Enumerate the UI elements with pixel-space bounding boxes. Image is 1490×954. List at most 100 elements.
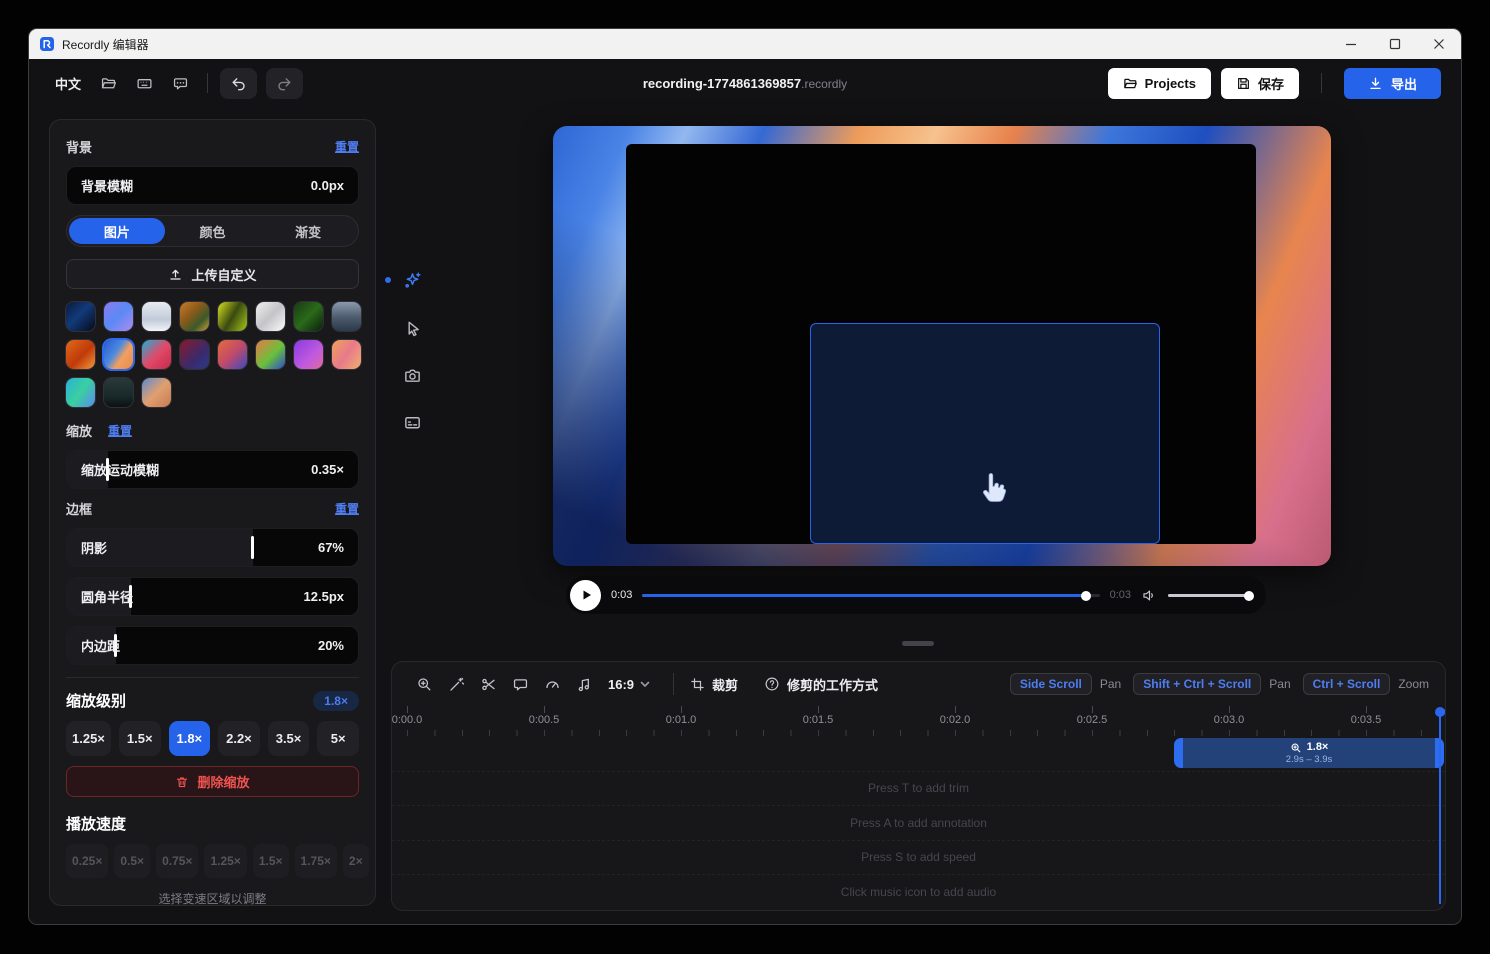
close-button[interactable]	[1417, 29, 1461, 59]
toolbar-divider	[1321, 73, 1322, 93]
background-thumbnail-pastel-clouds[interactable]	[142, 378, 171, 407]
speed-option-0.25x[interactable]: 0.25×	[66, 844, 108, 878]
save-button[interactable]: 保存	[1221, 68, 1299, 99]
background-reset-link[interactable]: 重置	[335, 138, 359, 155]
playhead[interactable]	[1435, 707, 1446, 904]
ruler-label: 0:03.0	[1214, 714, 1245, 726]
background-thumbnail-purple-haze[interactable]	[104, 302, 133, 331]
background-thumbnail-teal-rays[interactable]	[66, 378, 95, 407]
background-thumbnail-orange-bloom[interactable]	[66, 340, 95, 369]
volume-slider[interactable]	[1168, 588, 1252, 602]
maximize-button[interactable]	[1373, 29, 1417, 59]
timeline-lane-3[interactable]: Press S to add speed	[392, 840, 1445, 875]
speed-option-1.75x[interactable]: 1.75×	[295, 844, 337, 878]
shortcuts-button[interactable]	[129, 69, 159, 97]
screenshot-tool-button[interactable]	[400, 363, 424, 387]
zoom-clip-block[interactable]: 1.8× 2.9s – 3.9s	[1174, 738, 1444, 768]
zoom-option-1.8x[interactable]: 1.8×	[169, 721, 211, 756]
seek-bar-thumb[interactable]	[1081, 591, 1091, 601]
speed-option-0.75x[interactable]: 0.75×	[156, 844, 198, 878]
scissors-button[interactable]	[474, 670, 502, 698]
shadow-slider[interactable]: 阴影67%	[66, 528, 359, 567]
zoom-option-2.2x[interactable]: 2.2×	[218, 721, 260, 756]
play-button[interactable]	[570, 580, 601, 611]
volume-thumb[interactable]	[1244, 591, 1254, 601]
timeline-lane-1[interactable]: Press T to add trim	[392, 771, 1445, 806]
background-thumbnail-night-ridge[interactable]	[104, 378, 133, 407]
speed-option-2x[interactable]: 2×	[343, 844, 369, 878]
background-thumbnail-violet-glow[interactable]	[294, 340, 323, 369]
ruler-tick	[407, 706, 408, 713]
background-thumbnail-dark-abstract[interactable]	[66, 302, 95, 331]
minimize-button[interactable]	[1329, 29, 1373, 59]
zoom-option-3.5x[interactable]: 3.5×	[268, 721, 310, 756]
tab-color[interactable]: 颜色	[165, 218, 261, 244]
speed-option-0.5x[interactable]: 0.5×	[114, 844, 150, 878]
padding-slider[interactable]: 内边距20%	[66, 626, 359, 665]
zoom-option-5x[interactable]: 5×	[317, 721, 359, 756]
background-thumbnail-snowy-peak[interactable]	[142, 302, 171, 331]
background-thumbnail-forest-green[interactable]	[294, 302, 323, 331]
upload-custom-button[interactable]: 上传自定义	[66, 259, 359, 289]
zoom-option-1.25x[interactable]: 1.25×	[66, 721, 111, 756]
effects-tool-button[interactable]	[400, 269, 424, 293]
panel-resize-handle[interactable]	[902, 641, 934, 646]
corner-radius-slider[interactable]: 圆角半径12.5px	[66, 577, 359, 616]
slider-thumb[interactable]	[251, 536, 254, 559]
shortcut-action: Zoom	[1398, 677, 1429, 691]
delete-zoom-button[interactable]: 删除缩放	[66, 766, 359, 797]
music-button[interactable]	[570, 670, 598, 698]
ruler-label: 0:00.0	[392, 714, 423, 726]
crop-button[interactable]: 裁剪	[690, 675, 738, 694]
feedback-button[interactable]	[165, 69, 195, 97]
zoom-in-button[interactable]	[410, 670, 438, 698]
hand-cursor-icon	[976, 469, 1012, 509]
trim-help-button[interactable]: 修剪的工作方式	[764, 675, 878, 694]
border-reset-link[interactable]: 重置	[335, 500, 359, 517]
background-thumbnail-peach-rays[interactable]	[332, 340, 361, 369]
seek-bar-fill	[642, 594, 1085, 597]
magic-wand-button[interactable]	[442, 670, 470, 698]
ruler-tick	[955, 706, 956, 713]
zoom-region-rectangle[interactable]	[810, 323, 1160, 544]
seek-bar[interactable]	[642, 588, 1099, 602]
background-thumbnail-big-sur[interactable]	[142, 340, 171, 369]
speed-option-1.25x[interactable]: 1.25×	[204, 844, 246, 878]
timeline-lane-2[interactable]: Press A to add annotation	[392, 805, 1445, 840]
background-blur-slider[interactable]: 背景模糊0.0px	[66, 166, 359, 205]
undo-button[interactable]	[220, 68, 257, 99]
cursor-tool-button[interactable]	[400, 316, 424, 340]
background-thumbnail-white-ripples[interactable]	[256, 302, 285, 331]
slider-value: 0.0px	[311, 178, 344, 193]
speed-option-1.5x[interactable]: 1.5×	[253, 844, 289, 878]
background-thumbnail-autumn-valley[interactable]	[180, 302, 209, 331]
projects-button[interactable]: Projects	[1108, 68, 1211, 99]
annotation-button[interactable]	[506, 670, 534, 698]
caption-tool-button[interactable]	[400, 410, 424, 434]
zoom-reset-link[interactable]: 重置	[108, 422, 132, 439]
background-thumbnail-lake-reflection[interactable]	[332, 302, 361, 331]
playback-speed-title: 播放速度	[66, 813, 126, 834]
aspect-ratio-dropdown[interactable]: 16:9	[608, 677, 651, 692]
background-thumbnail-ventura-rays[interactable]	[104, 340, 133, 369]
speaker-icon[interactable]	[1141, 587, 1158, 604]
export-button[interactable]: 导出	[1344, 68, 1441, 99]
background-thumbnail-sunset-wave[interactable]	[218, 340, 247, 369]
tab-gradient[interactable]: 渐变	[260, 218, 356, 244]
background-thumbnail-lime-abstract[interactable]	[218, 302, 247, 331]
zoom-option-1.5x[interactable]: 1.5×	[119, 721, 161, 756]
video-preview-canvas[interactable]	[553, 126, 1331, 566]
timeline-lane-4[interactable]: Click music icon to add audio	[392, 874, 1445, 909]
language-button[interactable]: 中文	[49, 70, 87, 97]
project-filename[interactable]: recording-1774861369857.recordly	[643, 76, 847, 91]
background-thumbnail-crimson-dusk[interactable]	[180, 340, 209, 369]
tab-image[interactable]: 图片	[69, 218, 165, 244]
timeline-ruler[interactable]: 0:00.00:00.50:01.00:01.50:02.00:02.50:03…	[392, 706, 1445, 736]
open-project-button[interactable]	[93, 69, 123, 97]
zoom-motion-blur-slider[interactable]: 缩放运动模糊0.35×	[66, 450, 359, 489]
zoom-lane[interactable]: 1.8× 2.9s – 3.9s	[392, 736, 1445, 771]
redo-button[interactable]	[266, 68, 303, 99]
speed-gauge-button[interactable]	[538, 670, 566, 698]
ruler-tick	[1092, 706, 1093, 713]
background-thumbnail-aurora-green[interactable]	[256, 340, 285, 369]
